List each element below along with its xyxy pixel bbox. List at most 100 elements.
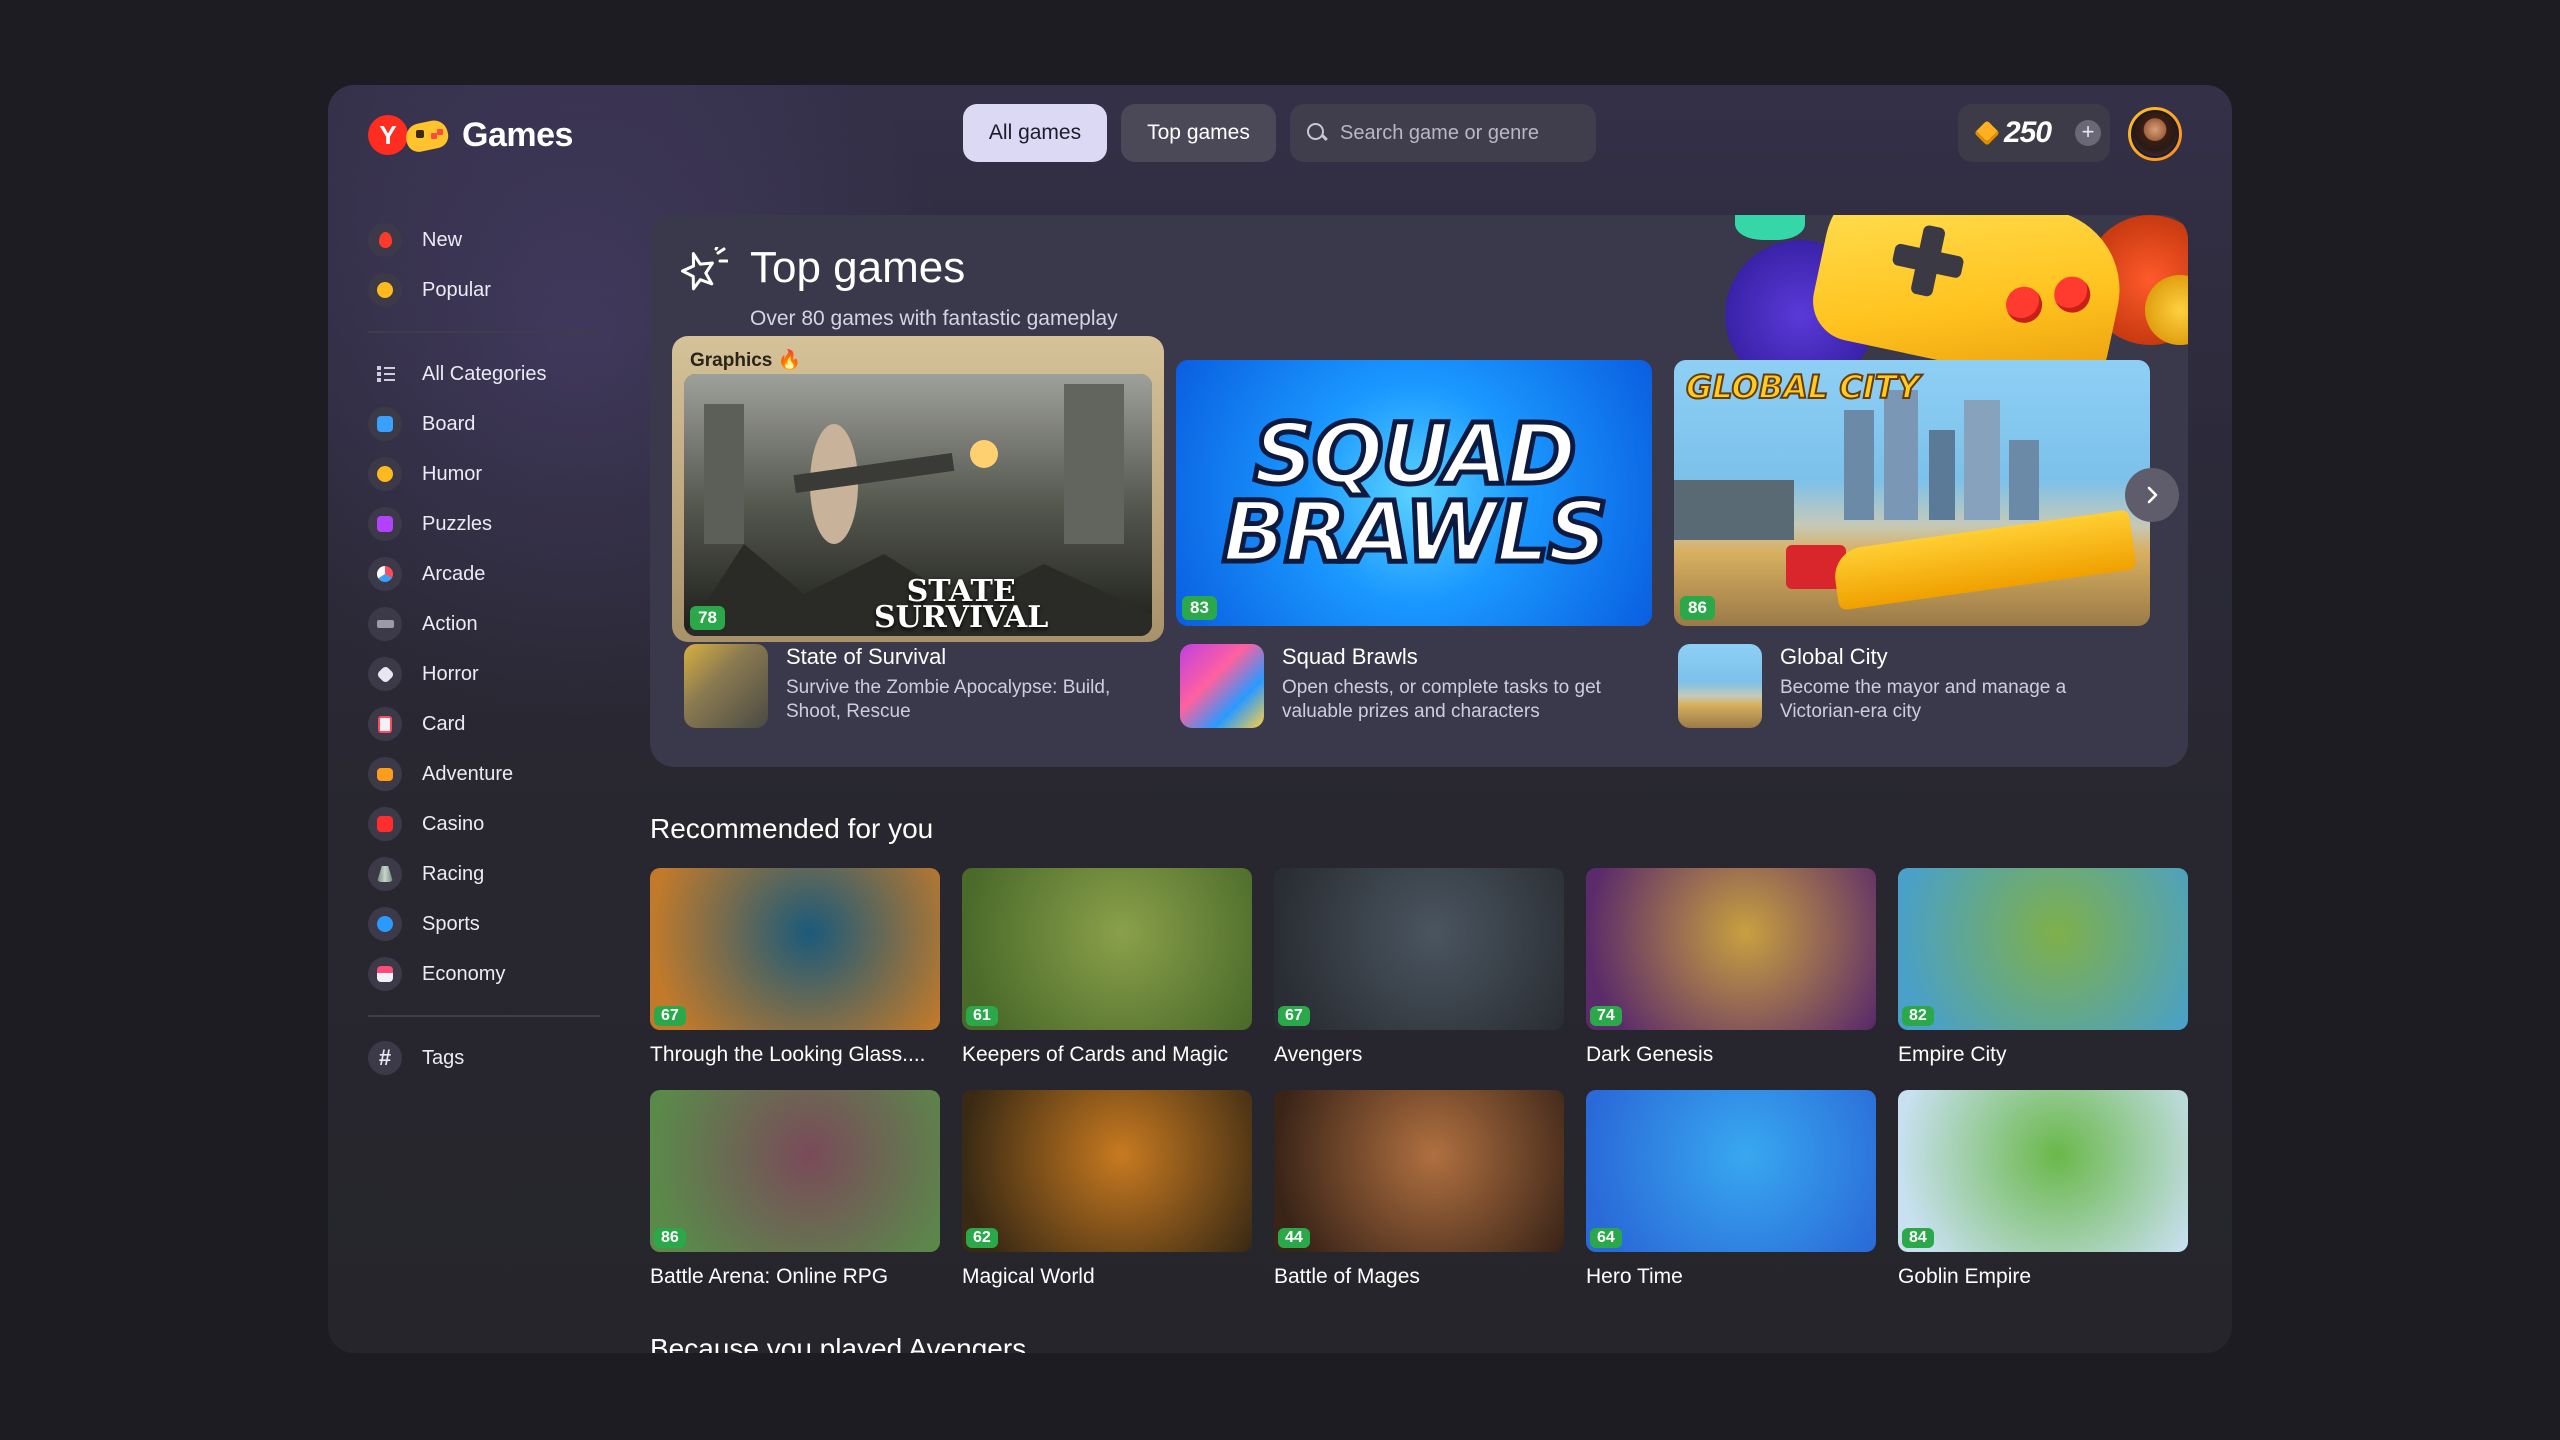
rating-badge: 67 [654,1006,686,1026]
sidebar-item-casino[interactable]: Casino [368,799,608,849]
carousel-next-button[interactable] [2125,468,2179,522]
game-tile[interactable]: 86 Battle Arena: Online RPG [650,1090,940,1289]
sidebar-item-adventure[interactable]: Adventure [368,749,608,799]
arcade-icon [368,557,402,591]
sidebar-item-economy[interactable]: Economy [368,949,608,999]
game-cover-image: 86 [650,1090,940,1252]
graphics-badge-label: Graphics [690,350,773,371]
game-tile[interactable]: 64 Hero Time [1586,1090,1876,1289]
sidebar-item-board[interactable]: Board [368,399,608,449]
game-tile[interactable]: 67 Avengers [1274,868,1564,1067]
game-description: Open chests, or complete tasks to get va… [1282,677,1601,722]
sidebar-item-action[interactable]: Action [368,599,608,649]
game-tile[interactable]: 44 Battle of Mages [1274,1090,1564,1289]
game-cover-image: 44 [1274,1090,1564,1252]
sidebar-item-humor[interactable]: Humor [368,449,608,499]
flame-icon [368,223,402,257]
sparkle-star-icon [680,245,729,295]
sidebar-item-arcade[interactable]: Arcade [368,549,608,599]
sidebar-item-tags[interactable]: # Tags [368,1033,608,1083]
graphics-badge: Graphics 🔥 [680,344,811,376]
sidebar-item-label: All Categories [422,362,547,385]
game-tile[interactable]: 67 Through the Looking Glass.... [650,868,940,1067]
game-tile[interactable]: 82 Empire City [1898,868,2188,1067]
game-title: Hero Time [1586,1265,1683,1288]
game-thumbnail [1678,644,1762,728]
sidebar-item-label: Board [422,412,476,435]
nav-top-games-button[interactable]: Top games [1121,104,1276,162]
sidebar-divider [368,1015,600,1017]
game-title: Avengers [1274,1043,1363,1066]
sidebar-item-label: Horror [422,662,479,685]
game-meta: Squad Brawls Open chests, or complete ta… [1176,644,1652,734]
sun-icon [368,273,402,307]
sidebar: New Popular All Categories Board Humor P… [368,215,608,1083]
game-cover-image: 61 [962,868,1252,1030]
sidebar-item-label: New [422,228,463,251]
game-cover-image: 84 [1898,1090,2188,1252]
recommended-title: Recommended for you [650,813,934,844]
search-icon [1306,122,1328,144]
top-games-subtitle: Over 80 games with fantastic gameplay [750,307,1118,330]
board-icon [368,407,402,441]
avatar-image [2131,110,2179,158]
game-tile[interactable]: 61 Keepers of Cards and Magic [962,868,1252,1067]
rating-badge: 82 [1902,1006,1934,1026]
sidebar-divider [368,331,600,333]
add-coins-button[interactable]: + [2075,120,2102,146]
game-title: Through the Looking Glass.... [650,1043,926,1066]
game-title: Keepers of Cards and Magic [962,1043,1229,1066]
list-icon [368,357,402,391]
logo[interactable]: Y Games [368,115,573,155]
flame-icon: 🔥 [777,350,802,371]
sidebar-item-label: Arcade [422,562,486,585]
game-tile[interactable]: 84 Goblin Empire [1898,1090,2188,1289]
sidebar-item-label: Humor [422,462,483,485]
sidebar-item-new[interactable]: New [368,215,608,265]
game-thumbnail [1180,644,1264,728]
app-window: Y Games All games Top games Search game … [328,85,2232,1353]
card-icon [368,707,402,741]
game-meta: Global City Become the mayor and manage … [1674,644,2150,734]
avatar[interactable] [2128,107,2182,161]
sidebar-item-sports[interactable]: Sports [368,899,608,949]
pingpong-icon [368,907,402,941]
rating-badge: 78 [690,606,725,630]
app-title: Games [462,115,573,154]
game-meta: State of Survival Survive the Zombie Apo… [680,644,1156,734]
nav-all-games-button[interactable]: All games [963,104,1107,162]
game-title: Goblin Empire [1898,1265,2032,1288]
hash-icon: # [368,1041,402,1075]
sidebar-item-horror[interactable]: Horror [368,649,608,699]
sidebar-item-label: Popular [422,278,491,301]
gun-icon [368,607,402,641]
puzzle-icon [368,507,402,541]
game-cover-image: 82 [1898,868,2188,1030]
game-cover-image: 67 [1274,868,1564,1030]
rating-badge: 67 [1278,1006,1310,1026]
game-description: Survive the Zombie Apocalypse: Build, Sh… [786,677,1111,722]
top-games-title: Top games [750,243,966,292]
game-title: Dark Genesis [1586,1043,1714,1066]
sidebar-item-puzzles[interactable]: Puzzles [368,499,608,549]
shop-icon [368,957,402,991]
sidebar-item-popular[interactable]: Popular [368,265,608,315]
search-placeholder: Search game or genre [1340,121,1540,144]
rating-badge: 74 [1590,1006,1622,1026]
game-tile[interactable]: 74 Dark Genesis [1586,868,1876,1067]
sidebar-item-all-categories[interactable]: All Categories [368,349,608,399]
game-cover-image: GLOBAL CITY 86 [1674,360,2150,626]
sidebar-item-card[interactable]: Card [368,699,608,749]
sidebar-item-label: Sports [422,912,480,935]
yandex-logo-icon: Y [368,115,408,155]
search-input[interactable]: Search game or genre [1290,104,1596,162]
rating-badge: 64 [1590,1228,1622,1248]
sidebar-item-label: Puzzles [422,512,493,535]
game-title: Battle Arena: Online RPG [650,1265,889,1288]
game-tile[interactable]: 62 Magical World [962,1090,1252,1289]
rating-badge: 83 [1182,596,1217,620]
sidebar-item-racing[interactable]: Racing [368,849,608,899]
game-cover-image: 67 [650,868,940,1030]
game-cover-image: 62 [962,1090,1252,1252]
coins-balance[interactable]: 250 + [1958,104,2110,162]
